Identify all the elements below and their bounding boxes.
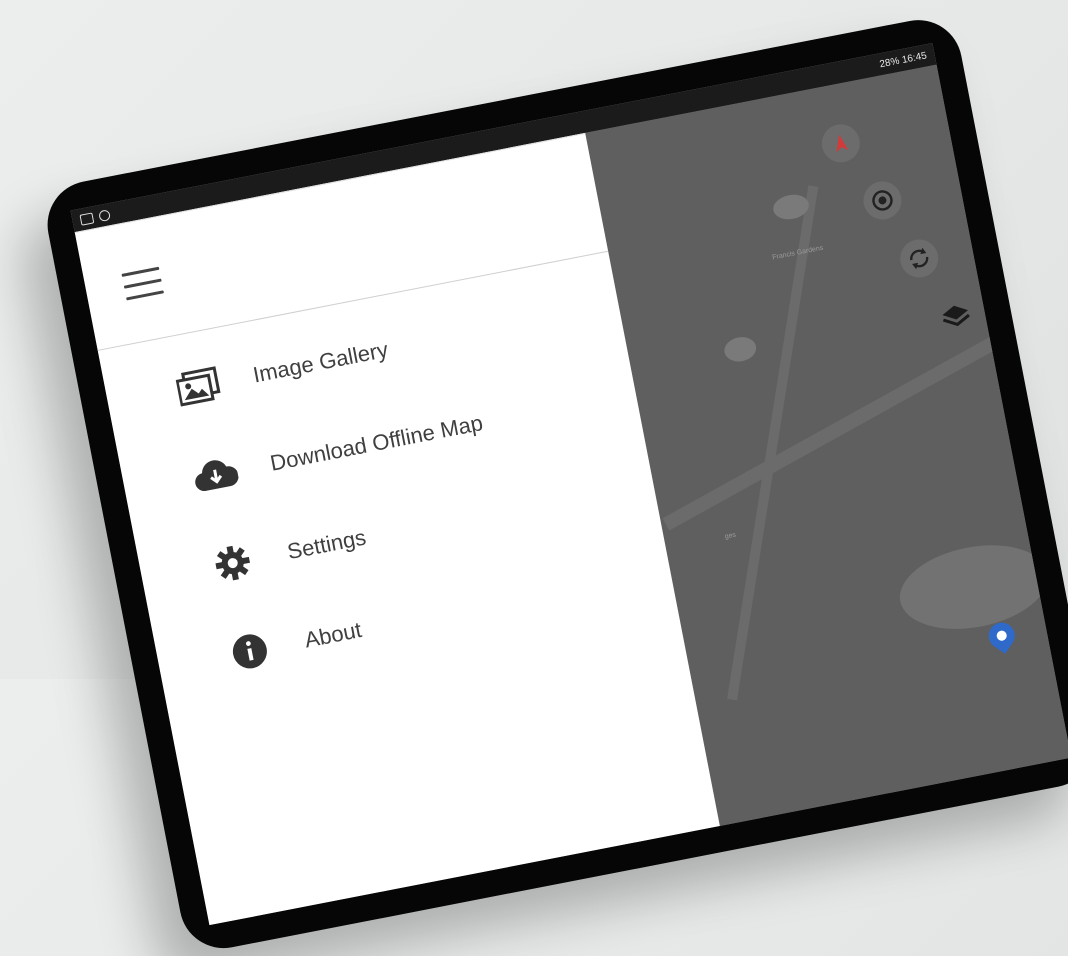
cloud-download-icon xyxy=(191,455,240,495)
menu-line xyxy=(123,278,162,289)
tablet-frame: 28% 16:45 Francis Gardens ges Image Gall… xyxy=(40,12,1068,956)
tablet-screen: 28% 16:45 Francis Gardens ges Image Gall… xyxy=(70,43,1068,926)
my-location-button[interactable] xyxy=(860,178,905,223)
notification-circle-icon xyxy=(98,208,111,222)
my-location-icon xyxy=(872,190,893,211)
image-gallery-icon xyxy=(174,366,224,408)
layers-icon xyxy=(942,305,970,327)
map-area xyxy=(892,533,1056,641)
refresh-icon xyxy=(910,247,929,270)
map-road xyxy=(662,227,1068,531)
compass-icon xyxy=(836,134,849,153)
notification-image-icon xyxy=(79,211,95,226)
gear-icon xyxy=(208,541,258,585)
menu-line xyxy=(126,290,164,301)
menu-item-download-offline-map[interactable]: Download Offline Map xyxy=(190,403,486,498)
menu-item-settings[interactable]: Settings xyxy=(207,518,369,587)
hamburger-menu-button[interactable] xyxy=(121,266,166,308)
menu-item-label: Download Offline Map xyxy=(268,410,485,476)
refresh-button[interactable] xyxy=(896,236,942,281)
menu-item-about[interactable]: About xyxy=(224,610,365,675)
drawer-divider xyxy=(74,132,586,234)
map-patch xyxy=(722,334,759,365)
info-icon xyxy=(225,630,275,674)
menu-line xyxy=(121,266,160,277)
map-label: ges xyxy=(724,531,737,541)
compass-button[interactable] xyxy=(818,121,864,166)
layers-button[interactable] xyxy=(934,294,979,339)
pin-dot xyxy=(994,628,1009,643)
menu-item-label: Settings xyxy=(285,524,369,565)
menu-item-image-gallery[interactable]: Image Gallery xyxy=(173,330,392,410)
menu-item-label: Image Gallery xyxy=(250,336,391,388)
menu-item-label: About xyxy=(302,617,364,653)
